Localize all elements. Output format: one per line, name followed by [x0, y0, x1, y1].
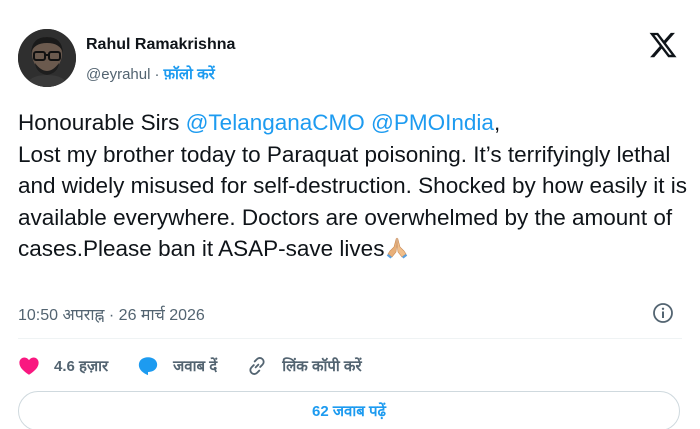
timestamp-separator: ·: [108, 307, 115, 324]
action-bar: 4.6 हज़ार जवाब दें लिंक कॉपी करें: [18, 353, 391, 379]
tweet-text: Honourable Sirs @TelanganaCMO @PMOIndia,…: [18, 107, 688, 268]
author-handle[interactable]: @eyrahul: [86, 66, 150, 83]
folded-hands-icon: [385, 235, 409, 268]
heart-icon: [18, 355, 40, 377]
copy-link-label: लिंक कॉपी करें: [282, 358, 362, 375]
mention-telanganacmo[interactable]: @TelanganaCMO: [186, 110, 365, 135]
x-logo-icon[interactable]: [648, 30, 678, 60]
meta-separator: ·: [154, 66, 160, 83]
reply-button[interactable]: जवाब दें: [137, 355, 217, 377]
tweet-timestamp[interactable]: 10:50 अपराह्न · 26 मार्च 2026: [18, 303, 205, 325]
author-name[interactable]: Rahul Ramakrishna: [86, 36, 235, 54]
info-icon[interactable]: [652, 302, 674, 324]
avatar[interactable]: [18, 29, 76, 87]
timestamp-time: 10:50 अपराह्न: [18, 307, 105, 324]
divider: [18, 338, 682, 339]
author-meta: @eyrahul · फ़ॉलो करें: [86, 64, 215, 84]
tweet-body: Lost my brother today to Paraquat poison…: [18, 141, 688, 262]
follow-button[interactable]: फ़ॉलो करें: [163, 66, 214, 83]
copy-link-button[interactable]: लिंक कॉपी करें: [246, 355, 362, 377]
read-replies-label: 62 जवाब पढ़ें: [312, 403, 386, 420]
tweet-greeting: Honourable Sirs: [18, 110, 186, 135]
like-count: 4.6 हज़ार: [54, 358, 109, 375]
like-button[interactable]: 4.6 हज़ार: [18, 355, 108, 377]
reply-bubble-icon: [137, 355, 159, 377]
read-replies-button[interactable]: 62 जवाब पढ़ें: [18, 391, 680, 429]
mention-pmoindia[interactable]: @PMOIndia: [371, 110, 494, 135]
tweet-comma: ,: [493, 110, 501, 135]
link-icon: [246, 355, 268, 377]
reply-label: जवाब दें: [173, 358, 218, 375]
timestamp-date: 26 मार्च 2026: [118, 307, 205, 324]
tweet-card: Rahul Ramakrishna @eyrahul · फ़ॉलो करें Ho…: [0, 0, 700, 429]
